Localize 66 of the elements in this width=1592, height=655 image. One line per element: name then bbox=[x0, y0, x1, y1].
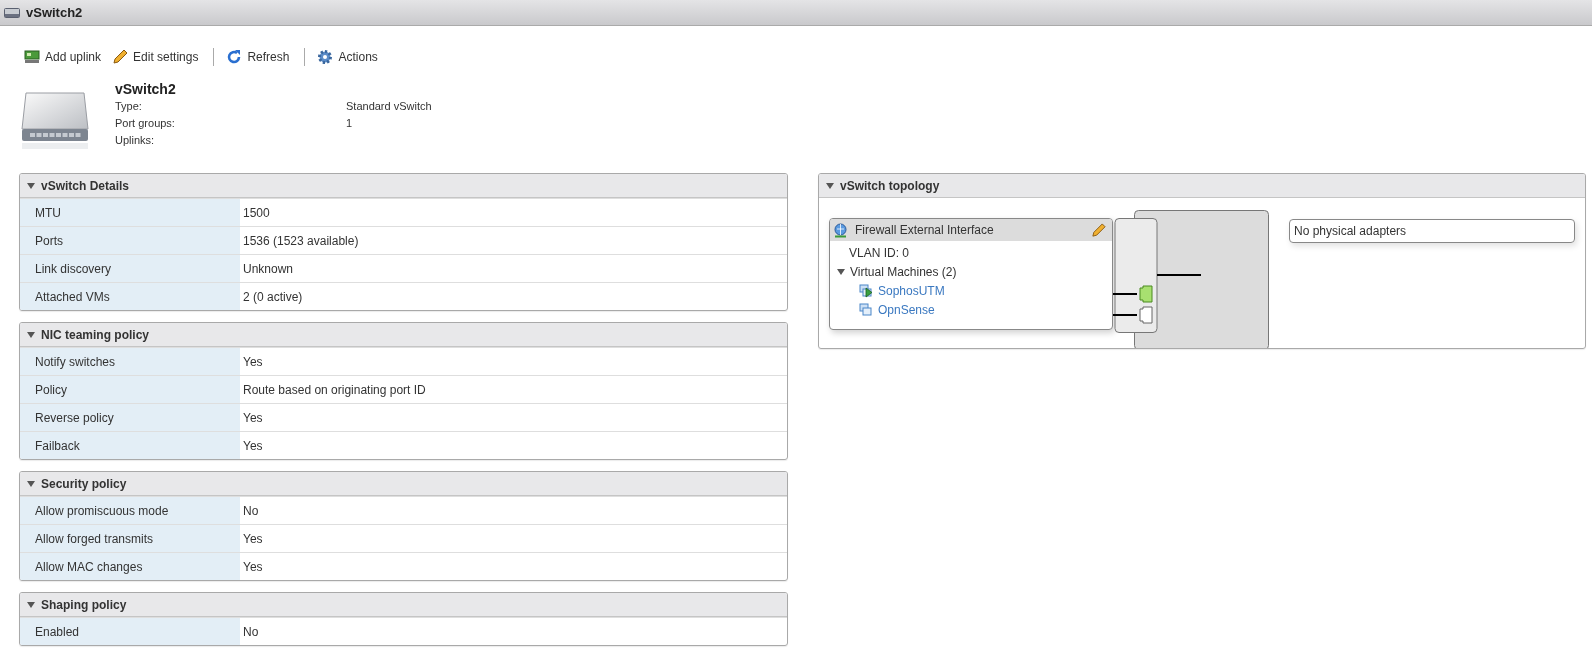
property-value-cell-text: 1536 (1523 available) bbox=[242, 232, 360, 250]
property-value-cell-text: 1500 bbox=[242, 204, 271, 222]
collapse-caret-icon[interactable] bbox=[27, 182, 35, 189]
pencil-icon[interactable] bbox=[1091, 222, 1106, 238]
collapse-caret-icon[interactable] bbox=[837, 268, 845, 275]
collapse-caret-icon[interactable] bbox=[27, 601, 35, 608]
property-label-cell: Notify switches bbox=[20, 348, 240, 375]
collapse-caret-icon[interactable] bbox=[826, 182, 834, 189]
network-card-icon bbox=[24, 50, 40, 64]
vm-group-label: Virtual Machines (2) bbox=[850, 264, 957, 279]
property-label-cell: Enabled bbox=[20, 618, 240, 645]
property-label-cell: MTU bbox=[20, 199, 240, 226]
panel-title: Security policy bbox=[41, 476, 127, 491]
property-label-cell: Reverse policy bbox=[20, 404, 240, 431]
property-value-cell-text: No bbox=[242, 502, 260, 520]
property-value-cell-text: Yes bbox=[242, 530, 264, 548]
collapse-caret-icon[interactable] bbox=[27, 331, 35, 338]
panel-header[interactable]: Shaping policy bbox=[20, 593, 787, 617]
property-value-cell-text: Yes bbox=[242, 409, 264, 427]
panel-header[interactable]: vSwitch topology bbox=[819, 174, 1585, 198]
port-group-card[interactable]: Firewall External Interface VLAN ID: 0 Virtual Machines (2) SophosUTM OpnSense bbox=[829, 218, 1113, 330]
field-value: Standard vSwitch bbox=[346, 99, 432, 114]
field-value: 1 bbox=[346, 116, 354, 131]
refresh-icon bbox=[226, 49, 243, 65]
collapse-caret-icon[interactable] bbox=[27, 480, 35, 487]
panel-header[interactable]: NIC teaming policy bbox=[20, 323, 787, 347]
actions-button[interactable]: Actions bbox=[317, 49, 383, 65]
window-title: vSwitch2 bbox=[26, 5, 83, 20]
panel-title: vSwitch Details bbox=[41, 178, 130, 193]
field-label: Type: bbox=[115, 99, 143, 114]
refresh-button[interactable]: Refresh bbox=[226, 49, 295, 65]
gear-icon bbox=[317, 49, 334, 65]
property-label-cell: Ports bbox=[20, 227, 240, 254]
field-label: Port groups: bbox=[115, 116, 176, 131]
uplink-button[interactable]: Add uplink bbox=[24, 50, 107, 64]
panel-title: vSwitch topology bbox=[840, 178, 940, 193]
property-value-cell-text: No bbox=[242, 623, 260, 641]
property-label-cell: Policy bbox=[20, 376, 240, 403]
property-value-cell-text: Yes bbox=[242, 437, 264, 455]
field-label: Uplinks: bbox=[115, 133, 156, 148]
port-group-name: Firewall External Interface bbox=[855, 223, 995, 237]
globe-network-icon bbox=[833, 222, 848, 238]
panel-title: NIC teaming policy bbox=[41, 327, 150, 342]
property-value-cell-text: Yes bbox=[242, 558, 264, 576]
property-label-cell: Allow promiscuous mode bbox=[20, 497, 240, 524]
property-label-cell: Failback bbox=[20, 432, 240, 459]
vlan-id: VLAN ID: 0 bbox=[849, 245, 910, 260]
property-label-cell: Allow MAC changes bbox=[20, 553, 240, 580]
property-label-cell: Link discovery bbox=[20, 255, 240, 282]
property-label-cell: Allow forged transmits bbox=[20, 525, 240, 552]
property-value-cell-text: Yes bbox=[242, 353, 264, 371]
property-value-cell-text: 2 (0 active) bbox=[242, 288, 304, 306]
physical-adapters-box: No physical adapters bbox=[1289, 219, 1575, 243]
vm-link[interactable]: SophosUTM bbox=[878, 283, 945, 298]
network-switch-icon bbox=[20, 91, 90, 151]
property-value-cell-text: Unknown bbox=[242, 260, 295, 278]
pencil-icon bbox=[112, 49, 129, 65]
edit-button[interactable]: Edit settings bbox=[112, 49, 204, 65]
property-label-cell: Attached VMs bbox=[20, 283, 240, 310]
vm-link[interactable]: OpnSense bbox=[878, 302, 935, 317]
switch-name: vSwitch2 bbox=[115, 80, 177, 98]
panel-title: Shaping policy bbox=[41, 597, 127, 612]
property-value-cell-text: Route based on originating port ID bbox=[242, 381, 427, 399]
panel-header[interactable]: Security policy bbox=[20, 472, 787, 496]
switch-icon bbox=[4, 7, 20, 18]
panel-header[interactable]: vSwitch Details bbox=[20, 174, 787, 198]
